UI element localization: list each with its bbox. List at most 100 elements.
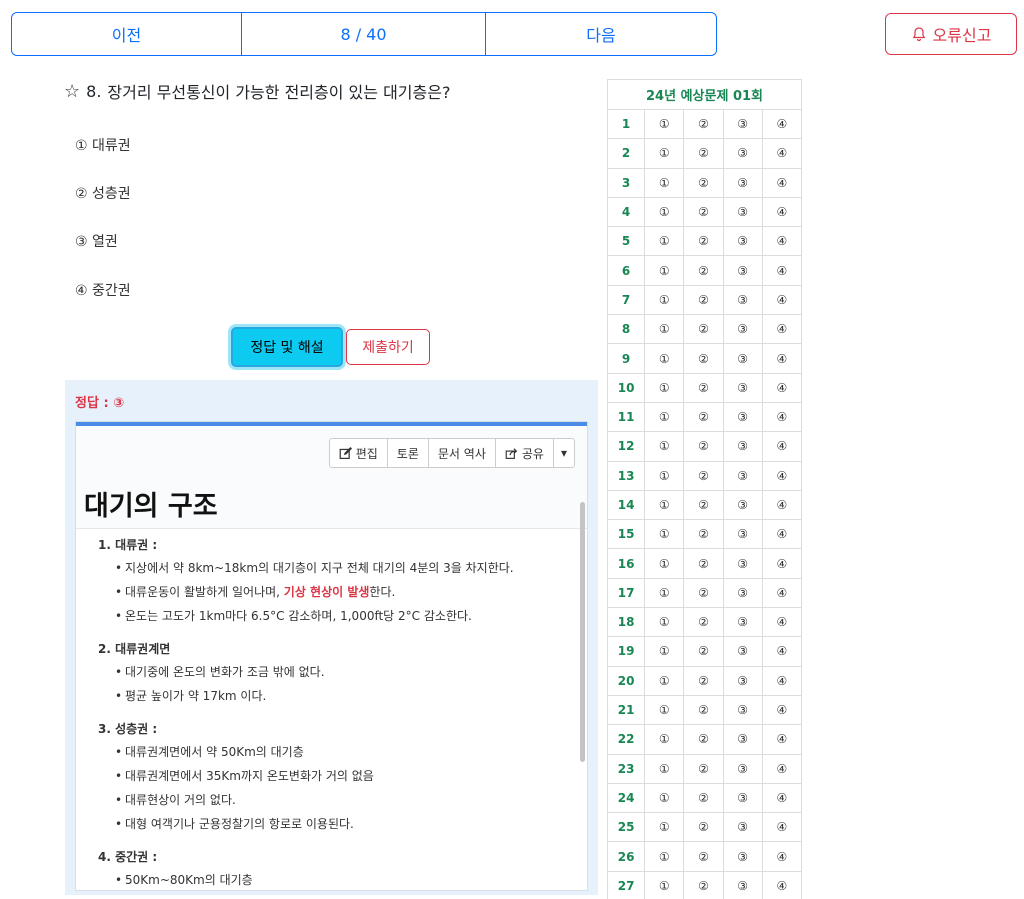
answer-row-number[interactable]: 25: [607, 812, 646, 843]
answer-option-4[interactable]: ④: [761, 226, 803, 257]
history-button[interactable]: 문서 역사: [429, 439, 496, 467]
answer-option-1[interactable]: ①: [644, 724, 685, 755]
answer-row-number[interactable]: 27: [607, 870, 646, 899]
answer-option-3[interactable]: ③: [722, 314, 763, 345]
answer-option-1[interactable]: ①: [644, 665, 685, 696]
answer-option-4[interactable]: ④: [761, 577, 803, 609]
answer-option-4[interactable]: ④: [761, 724, 803, 755]
answer-option-1[interactable]: ①: [644, 460, 685, 491]
answer-row-number[interactable]: 4: [607, 196, 646, 228]
answer-option-4[interactable]: ④: [761, 548, 803, 579]
answer-row-number[interactable]: 10: [607, 372, 646, 403]
answer-option-1[interactable]: ①: [644, 694, 685, 726]
answer-option-4[interactable]: ④: [761, 284, 803, 316]
answer-option-1[interactable]: ①: [644, 431, 685, 462]
answer-option-1[interactable]: ①: [644, 841, 685, 872]
answer-option-2[interactable]: ②: [683, 401, 724, 433]
answer-row-number[interactable]: 7: [607, 284, 646, 316]
answer-option-2[interactable]: ②: [683, 460, 724, 491]
answer-option-1[interactable]: ①: [644, 226, 685, 257]
answer-option-1[interactable]: ①: [644, 519, 685, 550]
answer-option-2[interactable]: ②: [683, 167, 724, 198]
answer-option-2[interactable]: ②: [683, 694, 724, 726]
answer-option-2[interactable]: ②: [683, 138, 724, 169]
answer-option-2[interactable]: ②: [683, 753, 724, 784]
answer-row-number[interactable]: 15: [607, 519, 646, 550]
answer-option-2[interactable]: ②: [683, 431, 724, 462]
answer-option-4[interactable]: ④: [761, 665, 803, 696]
show-answer-button[interactable]: 정답 및 해설: [231, 327, 343, 367]
answer-option-4[interactable]: ④: [761, 401, 803, 433]
answer-option-3[interactable]: ③: [722, 607, 763, 638]
answer-option-3[interactable]: ③: [722, 138, 763, 169]
answer-option-1[interactable]: ①: [644, 284, 685, 316]
answer-option-3[interactable]: ③: [722, 782, 763, 814]
answer-option-4[interactable]: ④: [761, 870, 803, 899]
answer-option-3[interactable]: ③: [722, 460, 763, 491]
answer-option-4[interactable]: ④: [761, 460, 803, 491]
answer-option-2[interactable]: ②: [683, 343, 724, 374]
submit-button[interactable]: 제출하기: [346, 329, 430, 365]
answer-option-4[interactable]: ④: [761, 519, 803, 550]
answer-option-3[interactable]: ③: [722, 665, 763, 696]
edit-button[interactable]: 편집: [330, 439, 388, 467]
answer-row-number[interactable]: 17: [607, 577, 646, 609]
answer-option-4[interactable]: ④: [761, 812, 803, 843]
answer-option-1[interactable]: ①: [644, 548, 685, 579]
answer-option-1[interactable]: ①: [644, 812, 685, 843]
answer-option-4[interactable]: ④: [761, 255, 803, 286]
answer-option-2[interactable]: ②: [683, 284, 724, 316]
answer-option-2[interactable]: ②: [683, 519, 724, 550]
answer-row-number[interactable]: 20: [607, 665, 646, 696]
share-button[interactable]: 공유: [496, 439, 554, 467]
answer-option-1[interactable]: ①: [644, 607, 685, 638]
answer-row-number[interactable]: 3: [607, 167, 646, 198]
next-button[interactable]: 다음: [486, 13, 716, 55]
answer-option-3[interactable]: ③: [722, 753, 763, 784]
answer-row-number[interactable]: 1: [607, 108, 646, 140]
answer-option-3[interactable]: ③: [722, 255, 763, 286]
answer-option-1[interactable]: ①: [644, 782, 685, 814]
answer-option-4[interactable]: ④: [761, 782, 803, 814]
answer-option-4[interactable]: ④: [761, 343, 803, 374]
answer-option-1[interactable]: ①: [644, 753, 685, 784]
answer-option-1[interactable]: ①: [644, 372, 685, 403]
answer-option-1[interactable]: ①: [644, 196, 685, 228]
answer-option-4[interactable]: ④: [761, 314, 803, 345]
report-error-button[interactable]: 오류신고: [885, 13, 1017, 55]
answer-option-1[interactable]: ①: [644, 314, 685, 345]
answer-option-3[interactable]: ③: [722, 489, 763, 521]
answer-row-number[interactable]: 5: [607, 226, 646, 257]
answer-option-2[interactable]: ②: [683, 636, 724, 667]
answer-row-number[interactable]: 6: [607, 255, 646, 286]
answer-option-1[interactable]: ①: [644, 401, 685, 433]
answer-option-3[interactable]: ③: [722, 870, 763, 899]
answer-option-2[interactable]: ②: [683, 372, 724, 403]
answer-row-number[interactable]: 11: [607, 401, 646, 433]
answer-row-number[interactable]: 22: [607, 724, 646, 755]
answer-option-2[interactable]: ②: [683, 812, 724, 843]
answer-row-number[interactable]: 16: [607, 548, 646, 579]
answer-option-2[interactable]: ②: [683, 665, 724, 696]
answer-option-2[interactable]: ②: [683, 548, 724, 579]
answer-option-2[interactable]: ②: [683, 870, 724, 899]
prev-button[interactable]: 이전: [12, 13, 242, 55]
choice-3[interactable]: ③ 열권: [75, 231, 118, 251]
answer-option-2[interactable]: ②: [683, 255, 724, 286]
answer-option-3[interactable]: ③: [722, 431, 763, 462]
answer-option-1[interactable]: ①: [644, 636, 685, 667]
answer-option-1[interactable]: ①: [644, 343, 685, 374]
star-icon[interactable]: ☆: [64, 81, 80, 102]
answer-option-4[interactable]: ④: [761, 167, 803, 198]
answer-option-4[interactable]: ④: [761, 607, 803, 638]
answer-row-number[interactable]: 14: [607, 489, 646, 521]
answer-option-2[interactable]: ②: [683, 314, 724, 345]
answer-option-4[interactable]: ④: [761, 372, 803, 403]
answer-row-number[interactable]: 26: [607, 841, 646, 872]
answer-option-3[interactable]: ③: [722, 812, 763, 843]
answer-option-1[interactable]: ①: [644, 577, 685, 609]
discuss-button[interactable]: 토론: [388, 439, 429, 467]
answer-option-3[interactable]: ③: [722, 694, 763, 726]
answer-row-number[interactable]: 8: [607, 314, 646, 345]
answer-option-1[interactable]: ①: [644, 167, 685, 198]
